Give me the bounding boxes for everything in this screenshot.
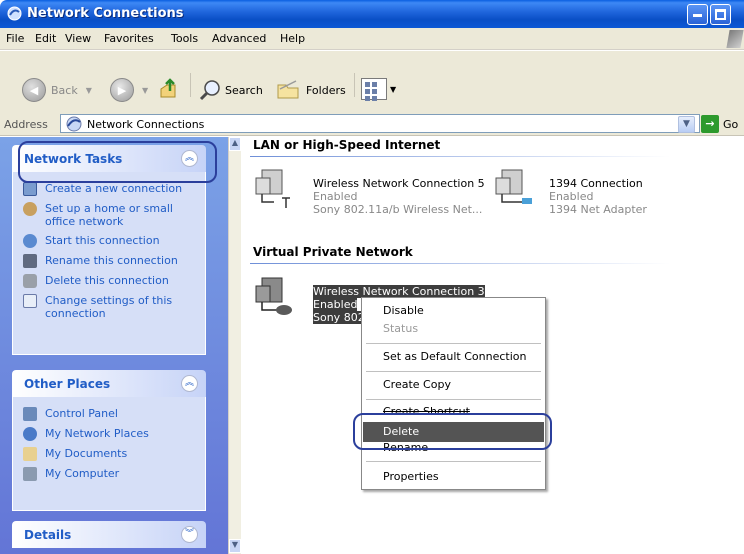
views-dropdown-icon: ▼ (390, 84, 397, 94)
rename-icon (23, 254, 37, 268)
task-rename-connection[interactable]: Rename this connection (23, 254, 197, 268)
new-connection-icon (23, 182, 37, 196)
expand-chevron-icon[interactable]: ︾ (181, 526, 198, 543)
task-pane: Network Tasks ︽ Create a new connection … (0, 137, 228, 554)
network-connections-icon (66, 116, 82, 132)
views-icon (361, 78, 387, 101)
network-places-icon (23, 427, 37, 441)
home-network-icon (23, 202, 37, 216)
search-icon (199, 80, 220, 101)
maximize-button[interactable] (710, 4, 731, 25)
up-folder-button[interactable] (159, 77, 181, 101)
forward-dropdown-icon[interactable]: ▼ (142, 86, 148, 95)
other-places-panel: Other Places ︽ Control Panel My Network … (12, 370, 206, 511)
start-connection-icon (23, 234, 37, 248)
menu-item-create-copy[interactable]: Create Copy (363, 375, 544, 395)
task-home-network[interactable]: Set up a home or small office network (23, 202, 197, 228)
group-divider (250, 156, 670, 157)
settings-icon (23, 294, 37, 308)
highlight-delete (353, 413, 552, 450)
task-create-connection[interactable]: Create a new connection (23, 182, 197, 196)
toolbar-separator (190, 73, 191, 97)
menu-edit[interactable]: Edit (35, 32, 56, 45)
toolbar-separator (354, 73, 355, 97)
views-button[interactable]: ▼ (361, 78, 397, 101)
vpn-group-title: Virtual Private Network (253, 245, 413, 259)
window-title: Network Connections (27, 6, 184, 21)
documents-folder-icon (23, 447, 37, 461)
collapse-chevron-icon[interactable]: ︽ (181, 375, 198, 392)
forward-button[interactable]: ▶ ▼ (110, 78, 148, 102)
context-menu: Disable Status Set as Default Connection… (361, 297, 546, 490)
details-header[interactable]: Details ︾ (12, 521, 206, 548)
menu-advanced[interactable]: Advanced (212, 32, 266, 45)
toolbar: ◀ Back ▼ ▶ ▼ Search Folders ▼ (0, 51, 744, 113)
go-button[interactable]: → Go (701, 115, 738, 133)
group-divider (250, 263, 670, 264)
back-arrow-icon: ◀ (22, 78, 46, 102)
highlight-network-tasks (18, 141, 217, 183)
menu-item-set-default[interactable]: Set as Default Connection (363, 347, 544, 367)
place-control-panel[interactable]: Control Panel (23, 407, 197, 421)
address-dropdown-icon[interactable]: ▼ (678, 116, 695, 133)
go-arrow-icon: → (701, 115, 719, 133)
menu-item-status[interactable]: Status (363, 319, 544, 339)
lan-connection-icon[interactable] (494, 168, 534, 208)
task-delete-connection[interactable]: Delete this connection (23, 274, 197, 288)
place-my-network-places[interactable]: My Network Places (23, 427, 197, 441)
folders-icon (277, 80, 299, 99)
scroll-up-icon[interactable]: ▲ (229, 137, 241, 151)
menu-view[interactable]: View (65, 32, 91, 45)
menu-divider (366, 371, 541, 372)
delete-icon (23, 274, 37, 288)
menu-help[interactable]: Help (280, 32, 305, 45)
menu-item-disable[interactable]: Disable (363, 301, 544, 321)
place-my-computer[interactable]: My Computer (23, 467, 197, 481)
details-panel: Details ︾ (12, 521, 206, 548)
other-places-header[interactable]: Other Places ︽ (12, 370, 206, 397)
address-bar: Address Network Connections (0, 112, 744, 136)
menu-divider (366, 399, 541, 400)
control-panel-icon (23, 407, 37, 421)
up-folder-icon (160, 78, 176, 98)
scroll-down-icon[interactable]: ▼ (229, 539, 241, 553)
forward-arrow-icon: ▶ (110, 78, 134, 102)
minimize-button[interactable] (687, 4, 708, 25)
1394-connection[interactable]: 1394 Connection Enabled 1394 Net Adapter (549, 177, 647, 216)
menu-file[interactable]: File (6, 32, 24, 45)
task-start-connection[interactable]: Start this connection (23, 234, 197, 248)
wireless-connection-5[interactable]: Wireless Network Connection 5 Enabled So… (313, 177, 485, 216)
menu-tools[interactable]: Tools (171, 32, 198, 45)
menu-item-properties[interactable]: Properties (363, 467, 544, 487)
menu-divider (366, 461, 541, 462)
back-dropdown-icon[interactable]: ▼ (86, 86, 92, 95)
folders-button[interactable]: Folders (276, 79, 346, 101)
address-input[interactable]: Network Connections (60, 114, 700, 133)
place-my-documents[interactable]: My Documents (23, 447, 197, 461)
task-change-settings[interactable]: Change settings of this connection (23, 294, 197, 320)
computer-icon (23, 467, 37, 481)
search-button[interactable]: Search (198, 79, 263, 101)
back-button[interactable]: ◀ Back ▼ (22, 78, 92, 102)
menu-favorites[interactable]: Favorites (104, 32, 154, 45)
network-connections-icon (7, 6, 22, 21)
task-pane-scrollbar[interactable]: ▲ ▼ (228, 137, 241, 554)
address-label: Address (4, 118, 48, 131)
menu-bar: File Edit View Favorites Tools Advanced … (0, 28, 744, 50)
lan-connection-icon[interactable] (254, 168, 294, 208)
title-bar: Network Connections (0, 0, 744, 28)
lan-group-title: LAN or High-Speed Internet (253, 138, 441, 152)
vpn-connection-icon[interactable] (254, 276, 294, 316)
menu-divider (366, 343, 541, 344)
